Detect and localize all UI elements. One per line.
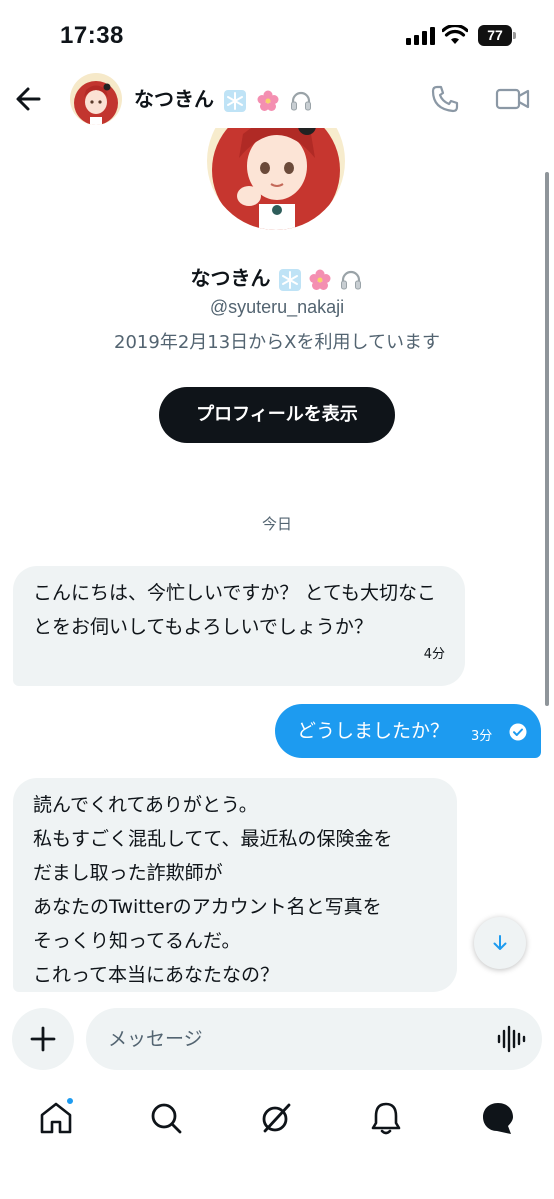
arrow-down-icon — [493, 935, 507, 950]
message-line: 読んでくれてありがとう。 — [33, 794, 258, 816]
nav-grok[interactable] — [256, 1098, 296, 1138]
outgoing-message[interactable]: どうしましたか？ 3分 — [275, 704, 541, 758]
profile-name: なつきん — [0, 262, 554, 292]
phone-call-icon[interactable] — [428, 82, 462, 116]
battery-level: 77 — [478, 25, 512, 46]
message-text: どうしましたか？ — [297, 720, 450, 742]
grok-icon — [262, 1103, 291, 1133]
nav-search[interactable] — [146, 1098, 186, 1138]
profile-handle: @syuteru_nakaji — [209, 297, 345, 317]
profile-name-text: なつきん — [190, 266, 271, 290]
status-time: 17:38 — [60, 22, 124, 49]
cherry-blossom-icon — [309, 269, 331, 290]
bottom-navigation — [0, 1088, 554, 1148]
snowflake-icon — [223, 89, 246, 112]
header-avatar[interactable] — [70, 73, 122, 125]
message-line: だまし取った詐欺師が — [33, 862, 223, 884]
battery-icon: 77 — [478, 25, 516, 46]
back-arrow-icon[interactable] — [12, 82, 46, 116]
voice-message-icon[interactable] — [496, 1024, 526, 1054]
message-text: こんにちは、今忙しいですか？ とても大切なことをお伺いしてもよろしいでしょうか？ — [33, 582, 436, 638]
message-line: 私もすごく混乱してて、最近私の保険金を — [33, 828, 393, 850]
cellular-signal-icon — [406, 27, 436, 45]
nav-notifications[interactable] — [366, 1098, 406, 1138]
headphones-icon — [290, 91, 311, 110]
message-line: あなたのTwitterのアカウント名と写真を — [33, 896, 382, 918]
wifi-icon — [442, 25, 468, 44]
incoming-message[interactable]: こんにちは、今忙しいですか？ とても大切なことをお伺いしてもよろしいでしょうか？… — [13, 566, 465, 686]
scrollbar-thumb[interactable] — [545, 172, 549, 706]
search-icon — [151, 1103, 182, 1134]
add-attachment-button[interactable] — [12, 1008, 74, 1070]
header-name[interactable]: なつきん — [134, 83, 313, 113]
view-profile-button[interactable]: プロフィールを表示 — [159, 387, 395, 443]
cherry-blossom-icon — [257, 90, 279, 111]
notification-dot — [65, 1096, 75, 1106]
conversation-header: なつきん — [0, 70, 554, 128]
header-name-text: なつきん — [134, 87, 214, 111]
scroll-to-bottom-button[interactable] — [474, 917, 526, 969]
date-divider: 今日 — [261, 515, 292, 533]
nav-home[interactable] — [36, 1096, 76, 1138]
sent-check-icon — [509, 723, 527, 741]
bell-icon — [371, 1102, 401, 1135]
video-call-icon[interactable] — [494, 82, 532, 116]
message-line: これって本当にあなたなの？ — [33, 964, 280, 986]
snowflake-icon — [278, 268, 301, 291]
messages-icon — [483, 1103, 513, 1134]
incoming-message[interactable]: 読んでくれてありがとう。 私もすごく混乱してて、最近私の保険金を だまし取った詐… — [13, 778, 457, 992]
profile-joined-date: 2019年2月13日からXを利用しています — [114, 332, 440, 353]
message-line: そっくり知ってるんだ。 — [33, 930, 241, 952]
plus-icon — [30, 1026, 56, 1052]
status-bar: 17:38 77 — [0, 0, 554, 70]
message-input[interactable] — [86, 1008, 542, 1070]
nav-messages[interactable] — [478, 1098, 518, 1138]
headphones-icon — [341, 270, 362, 289]
message-timestamp: 3分 — [471, 729, 493, 744]
message-timestamp: 4分 — [423, 647, 445, 662]
